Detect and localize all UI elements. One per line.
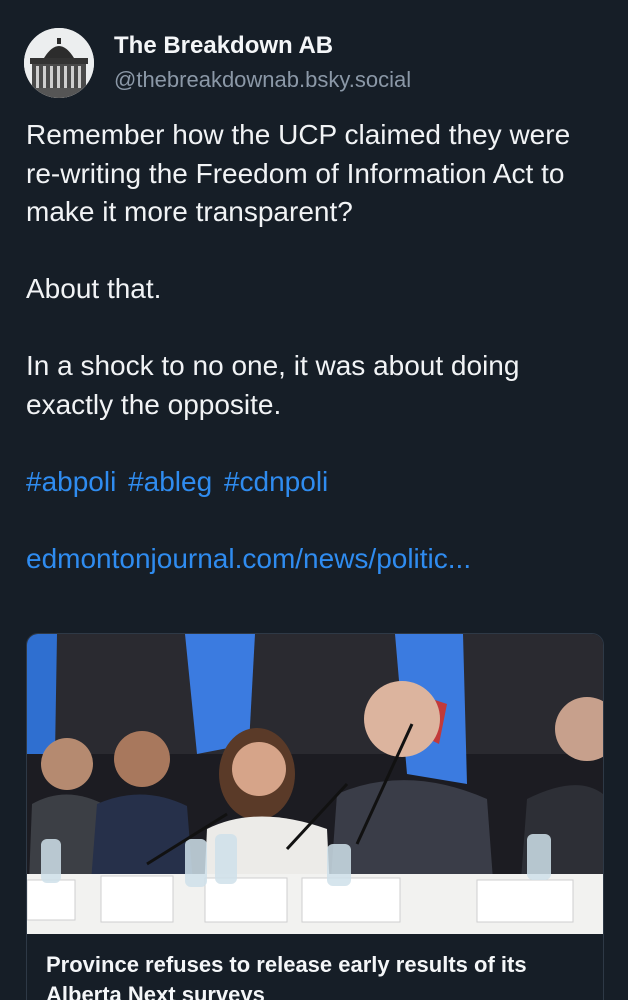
author-names: The Breakdown AB @thebreakdownab.bsky.so… <box>114 31 411 95</box>
hashtag-link[interactable]: #abpoli <box>26 466 116 497</box>
author-handle[interactable]: @thebreakdownab.bsky.social <box>114 65 411 95</box>
link-card-title[interactable]: Province refuses to release early result… <box>46 950 586 1000</box>
post-header: The Breakdown AB @thebreakdownab.bsky.so… <box>24 28 411 98</box>
press-conference-photo <box>27 634 603 934</box>
hashtag-link[interactable]: #ableg <box>128 466 212 497</box>
article-link[interactable]: edmontonjournal.com/news/politic... <box>26 543 471 574</box>
link-preview-card[interactable]: Province refuses to release early result… <box>26 633 604 1000</box>
post-text: Remember how the UCP claimed they were r… <box>26 116 606 578</box>
display-name[interactable]: The Breakdown AB <box>114 31 411 61</box>
post-paragraph: About that. <box>26 273 162 304</box>
post-paragraph: In a shock to no one, it was about doing… <box>26 350 520 420</box>
post-paragraph: Remember how the UCP claimed they were r… <box>26 119 571 227</box>
hashtag-line: #abpoli #ableg #cdnpoli <box>26 463 606 502</box>
avatar[interactable] <box>24 28 94 98</box>
post: The Breakdown AB @thebreakdownab.bsky.so… <box>0 0 628 1000</box>
legislature-building-icon <box>24 28 94 98</box>
hashtag-link[interactable]: #cdnpoli <box>224 466 328 497</box>
